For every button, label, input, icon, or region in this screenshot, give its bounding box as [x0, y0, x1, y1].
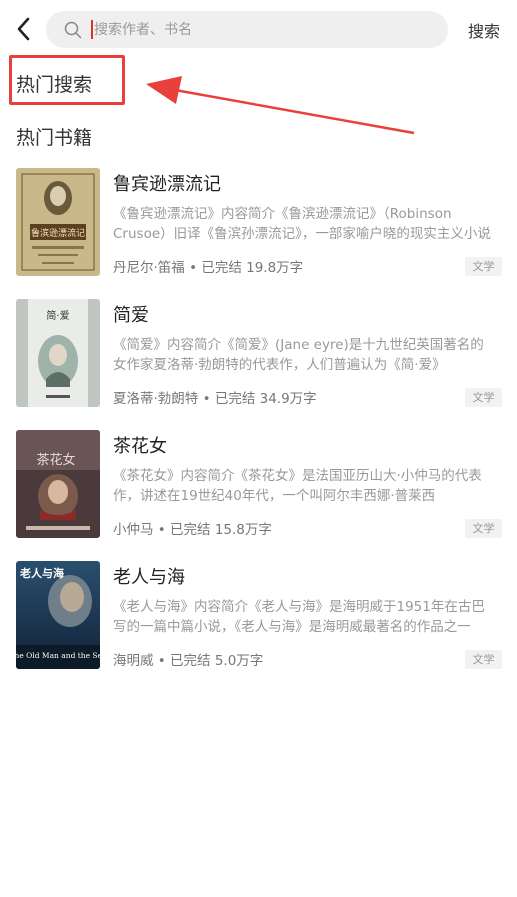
book-description: 《简爱》内容简介《简爱》(Jane eyre)是十九世纪英国著名的女作家夏洛蒂·…: [113, 337, 484, 373]
book-meta: 海明威 • 已完结 5.0万字: [113, 653, 264, 669]
chevron-left-icon: [17, 17, 30, 41]
annotation-highlight-box: [9, 55, 125, 105]
svg-text:茶花女: 茶花女: [36, 452, 75, 468]
search-icon: [64, 21, 82, 39]
genre-tag: 文学: [465, 388, 502, 407]
book-title: 老人与海: [113, 567, 185, 588]
genre-tag: 文学: [465, 257, 502, 276]
book-title: 简爱: [113, 305, 149, 326]
book-meta: 丹尼尔·笛福 • 已完结 19.8万字: [113, 260, 304, 276]
text-cursor: [91, 20, 93, 39]
book-description: 《茶花女》内容简介《茶花女》是法国亚历山大·小仲马的代表作，讲述在19世纪40年…: [113, 468, 482, 504]
book-list: 鲁滨逊漂流记 鲁宾逊漂流记 《鲁宾逊漂流记》内容简介《鲁滨逊漂流记》（Robin…: [0, 166, 517, 690]
book-cover: 简·爱: [16, 299, 100, 407]
book-cover: 茶花女: [16, 430, 100, 538]
svg-text:简·爱: 简·爱: [46, 309, 69, 322]
svg-text:鲁滨逊漂流记: 鲁滨逊漂流记: [31, 227, 85, 239]
book-item-old-man-and-the-sea[interactable]: 老人与海 The Old Man and the Sea 老人与海 《老人与海》…: [0, 559, 517, 690]
book-meta: 夏洛蒂·勃朗特 • 已完结 34.9万字: [113, 391, 317, 407]
book-description: 《老人与海》内容简介《老人与海》是海明威于1951年在古巴写的一篇中篇小说，《老…: [113, 599, 485, 635]
book-item-jane-eyre[interactable]: 简·爱 简爱 《简爱》内容简介《简爱》(Jane eyre)是十九世纪英国著名的…: [0, 297, 517, 428]
svg-text:老人与海: 老人与海: [19, 566, 64, 580]
book-item-robinson-crusoe[interactable]: 鲁滨逊漂流记 鲁宾逊漂流记 《鲁宾逊漂流记》内容简介《鲁滨逊漂流记》（Robin…: [0, 166, 517, 297]
book-cover: 老人与海 The Old Man and the Sea: [16, 561, 100, 669]
book-cover: 鲁滨逊漂流记: [16, 168, 100, 276]
hot-books-heading: 热门书籍: [16, 127, 93, 149]
search-box[interactable]: [46, 11, 448, 48]
book-description: 《鲁宾逊漂流记》内容简介《鲁滨逊漂流记》（Robinson Crusoe）旧译《…: [113, 206, 491, 242]
svg-text:The Old Man and the Sea: The Old Man and the Sea: [16, 651, 100, 660]
search-button[interactable]: 搜索: [468, 18, 500, 42]
book-title: 鲁宾逊漂流记: [113, 174, 221, 195]
book-meta: 小仲马 • 已完结 15.8万字: [113, 522, 272, 538]
genre-tag: 文学: [465, 650, 502, 669]
book-title: 茶花女: [113, 436, 167, 457]
search-input[interactable]: [94, 11, 434, 48]
back-button[interactable]: [10, 14, 36, 44]
top-bar: 搜索: [0, 0, 517, 58]
genre-tag: 文学: [465, 519, 502, 538]
book-item-camille[interactable]: 茶花女 茶花女 《茶花女》内容简介《茶花女》是法国亚历山大·小仲马的代表作，讲述…: [0, 428, 517, 559]
